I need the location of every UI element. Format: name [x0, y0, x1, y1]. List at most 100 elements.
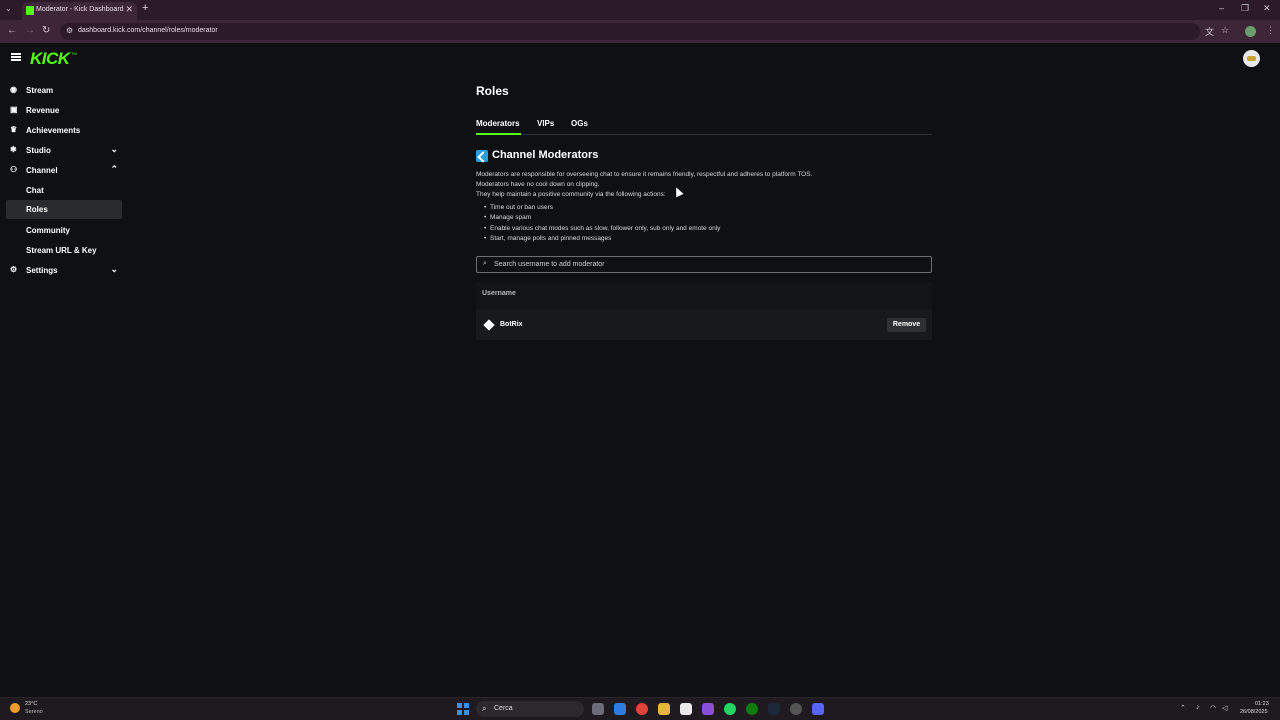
broadcast-icon: ◉ — [10, 85, 17, 94]
action-list-item: Start, manage polls and pinned messages — [484, 235, 611, 242]
site-info-icon[interactable]: ⚙ — [66, 26, 73, 35]
sidebar-item-chat[interactable]: Chat — [6, 181, 122, 199]
tab-search-icon[interactable]: ⌄ — [5, 4, 12, 13]
kick-logo[interactable]: KICK — [30, 49, 70, 69]
sidebar-item-channel[interactable]: ⚇ Channel ⌃ — [6, 161, 122, 179]
new-tab-icon[interactable]: + — [142, 2, 148, 14]
description-line: Moderators have no cool down on clipping… — [476, 181, 600, 188]
bot-badge-icon — [483, 319, 495, 331]
sidebar-item-revenue[interactable]: ▣ Revenue — [6, 101, 122, 119]
section-title: Channel Moderators — [492, 149, 599, 161]
tray-chevron-icon[interactable]: ⌃ — [1180, 704, 1186, 712]
windows-taskbar: 23°C Sereno ⌕ Cerca ⌃ ♪ ◠ ◁ 01:23 26/08/… — [0, 697, 1280, 720]
discord-icon[interactable] — [812, 703, 824, 715]
remove-button[interactable]: Remove — [887, 318, 926, 332]
task-view-icon[interactable] — [592, 703, 604, 715]
browser-tab-bar: ⌄ Moderator - Kick Dashboard ✕ + – ❐ ✕ — [0, 0, 1280, 20]
close-tab-icon[interactable]: ✕ — [125, 4, 133, 15]
description-line: They help maintain a positive community … — [476, 191, 666, 198]
sidebar-item-label: Studio — [26, 146, 51, 155]
chevron-down-icon: ⌄ — [110, 264, 118, 274]
username-column-header: Username — [482, 290, 516, 297]
sidebar-item-label: Community — [26, 226, 70, 235]
start-button-icon[interactable] — [457, 703, 469, 715]
sidebar-item-stream[interactable]: ◉ Stream — [6, 81, 122, 99]
taskbar-search[interactable]: ⌕ Cerca — [476, 701, 584, 717]
sidebar-item-label: Chat — [26, 186, 44, 195]
sidebar-item-label: Revenue — [26, 106, 60, 115]
url-text: dashboard.kick.com/channel/roles/moderat… — [78, 27, 218, 34]
search-icon: ⌕ — [482, 704, 487, 713]
mouse-cursor-icon — [672, 185, 684, 198]
clock-date[interactable]: 26/08/2025 — [1240, 709, 1268, 715]
sidebar-item-label: Achievements — [26, 126, 81, 135]
reload-icon[interactable]: ↻ — [42, 25, 50, 36]
moderator-sword-icon — [476, 150, 488, 162]
add-moderator-search-input[interactable]: ⌕ Search username to add moderator — [476, 256, 932, 273]
chevron-up-icon: ⌃ — [110, 164, 118, 174]
search-icon: ⌕ — [483, 260, 487, 267]
microphone-icon[interactable]: ♪ — [1196, 704, 1200, 711]
revenue-icon: ▣ — [10, 105, 18, 114]
tabs-divider — [476, 134, 932, 135]
calendar-icon[interactable] — [680, 703, 692, 715]
gear-icon: ⚙ — [10, 265, 18, 274]
volume-icon[interactable]: ◁ — [1222, 704, 1227, 712]
sidebar-item-settings[interactable]: ⚙ Settings ⌄ — [6, 261, 122, 279]
logo-trademark: TM — [71, 51, 77, 56]
sidebar-item-achievements[interactable]: ♛ Achievements — [6, 121, 122, 139]
steam-icon[interactable] — [768, 703, 780, 715]
browser-menu-icon[interactable]: ⋮ — [1266, 25, 1275, 36]
tab-moderators[interactable]: Moderators — [476, 119, 520, 128]
file-explorer-icon[interactable] — [658, 703, 670, 715]
sidebar-item-label: Stream URL & Key — [26, 246, 97, 255]
chrome-icon[interactable] — [636, 703, 648, 715]
weather-temperature: 23°C — [25, 701, 38, 707]
page-title: Roles — [476, 84, 509, 98]
restore-icon[interactable]: ❐ — [1241, 3, 1249, 14]
translate-icon[interactable]: 文 — [1205, 25, 1214, 38]
description-line: Moderators are responsible for overseein… — [476, 171, 813, 178]
table-header: Username — [476, 282, 932, 308]
taskbar-search-label: Cerca — [494, 705, 513, 712]
table-row: BotRix Remove — [476, 310, 932, 340]
studio-icon: ✱ — [10, 145, 17, 154]
forward-icon[interactable]: → — [25, 25, 35, 36]
sidebar-item-label: Settings — [26, 266, 58, 275]
bookmark-star-icon[interactable]: ☆ — [1221, 25, 1229, 36]
close-window-icon[interactable]: ✕ — [1263, 3, 1271, 14]
address-bar: ← → ↻ ⚙ dashboard.kick.com/channel/roles… — [0, 20, 1280, 43]
hamburger-menu-icon[interactable] — [11, 53, 21, 61]
sidebar-item-community[interactable]: Community — [6, 221, 122, 239]
browser-profile-avatar[interactable] — [1245, 26, 1256, 37]
url-field[interactable]: ⚙ dashboard.kick.com/channel/roles/moder… — [60, 23, 1200, 40]
sidebar-item-label: Channel — [26, 166, 58, 175]
sidebar-item-stream-url-key[interactable]: Stream URL & Key — [6, 241, 122, 259]
action-list-item: Time out or ban users — [484, 204, 553, 211]
settings-app-icon[interactable] — [790, 703, 802, 715]
channel-icon: ⚇ — [10, 165, 18, 174]
active-tab-indicator — [476, 133, 521, 135]
browser-tab-title: Moderator - Kick Dashboard — [36, 6, 124, 13]
sidebar-item-label: Roles — [26, 205, 48, 214]
tab-ogs[interactable]: OGs — [571, 119, 588, 128]
trophy-icon: ♛ — [10, 125, 18, 134]
copilot-icon[interactable] — [614, 703, 626, 715]
sidebar-item-roles[interactable]: Roles — [6, 200, 122, 219]
chevron-down-icon: ⌄ — [110, 144, 118, 154]
action-list-item: Manage spam — [484, 214, 531, 221]
whatsapp-icon[interactable] — [724, 703, 736, 715]
user-avatar[interactable] — [1243, 50, 1260, 67]
sidebar-item-studio[interactable]: ✱ Studio ⌄ — [6, 141, 122, 159]
back-icon[interactable]: ← — [7, 25, 17, 36]
minimize-icon[interactable]: – — [1219, 3, 1224, 13]
sidebar-item-label: Stream — [26, 86, 54, 95]
clock-time[interactable]: 01:23 — [1255, 701, 1269, 707]
weather-moon-icon[interactable] — [10, 703, 20, 713]
weather-description: Sereno — [25, 709, 43, 715]
wifi-icon[interactable]: ◠ — [1210, 704, 1216, 712]
browser-tab[interactable]: Moderator - Kick Dashboard ✕ — [22, 2, 137, 20]
app-icon[interactable] — [702, 703, 714, 715]
xbox-icon[interactable] — [746, 703, 758, 715]
tab-vips[interactable]: VIPs — [537, 119, 554, 128]
